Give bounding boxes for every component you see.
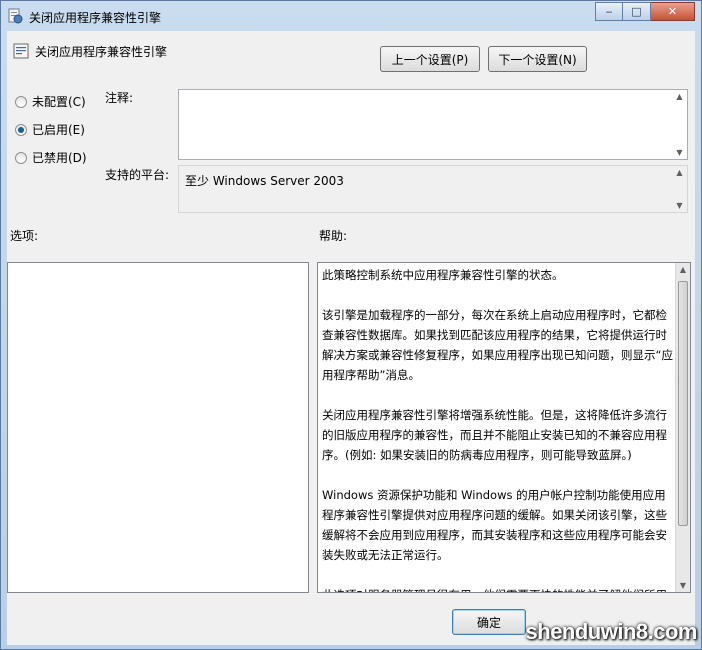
ok-button[interactable]: 确定 — [452, 609, 526, 635]
dialog-window: 关闭应用程序兼容性引擎 ‒ □ ✕ 关闭应用程序兼容性引擎 上一个设置(P) 下… — [0, 0, 702, 650]
comment-label: 注释: — [105, 91, 134, 105]
radio-label: 已禁用(D) — [32, 151, 87, 165]
maximize-button[interactable]: □ — [623, 2, 651, 21]
help-text: 此策略控制系统中应用程序兼容性引擎的状态。 该引擎是加载程序的一部分，每次在系统… — [322, 265, 674, 592]
setting-title: 关闭应用程序兼容性引擎 — [35, 45, 168, 59]
help-paragraph: 此选项对服务器管理员很有用，他们需要更快的性能并了解他们所用应用程序的兼容性。对… — [322, 585, 674, 592]
minimize-button[interactable]: ‒ — [595, 2, 623, 21]
options-label: 选项: — [10, 229, 39, 243]
radio-circle[interactable] — [15, 95, 27, 108]
close-button[interactable]: ✕ — [651, 2, 695, 21]
help-paragraph: 此策略控制系统中应用程序兼容性引擎的状态。 — [322, 268, 564, 282]
previous-setting-button[interactable]: 上一个设置(P) — [380, 46, 480, 72]
radio-label: 未配置(C) — [32, 95, 86, 109]
comment-textarea[interactable]: ▲ ▼ — [178, 89, 688, 160]
radio-circle[interactable] — [15, 151, 27, 164]
help-paragraph: Windows 资源保护功能和 Windows 的用户帐户控制功能使用应用程序兼… — [322, 488, 667, 562]
platform-label: 支持的平台: — [105, 168, 170, 182]
platform-scrollbar[interactable]: ▲ ▼ — [672, 166, 687, 212]
help-paragraph: 关闭应用程序兼容性引擎将增强系统性能。但是，这将降低许多流行的旧版应用程序的兼容… — [322, 408, 667, 462]
watermark: shenduwin8.com — [525, 619, 698, 644]
window-controls: ‒ □ ✕ — [595, 2, 695, 21]
options-pane — [7, 262, 309, 593]
window-title: 关闭应用程序兼容性引擎 — [29, 11, 162, 25]
dialog-client: 关闭应用程序兼容性引擎 上一个设置(P) 下一个设置(N) 未配置(C) 已启用… — [7, 31, 695, 645]
scroll-down-arrow-icon[interactable]: ▼ — [676, 201, 682, 210]
scroll-up-arrow-icon[interactable]: ▲ — [676, 168, 682, 177]
radio-not-configured[interactable]: 未配置(C) — [15, 93, 86, 110]
scroll-thumb[interactable] — [678, 281, 688, 526]
radio-circle[interactable] — [15, 123, 27, 136]
radio-disabled[interactable]: 已禁用(D) — [15, 149, 87, 166]
help-label: 帮助: — [319, 229, 348, 243]
scroll-up-arrow-icon[interactable]: ▲ — [676, 92, 682, 101]
scroll-down-arrow-icon[interactable]: ▼ — [680, 581, 686, 590]
platform-field: 至少 Windows Server 2003 ▲ ▼ — [178, 165, 688, 213]
title-bar[interactable]: 关闭应用程序兼容性引擎 ‒ □ ✕ — [1, 1, 701, 31]
help-paragraph: 该引擎是加载程序的一部分，每次在系统上启动应用程序时，它都检查兼容性数据库。如果… — [322, 308, 673, 382]
radio-label: 已启用(E) — [32, 123, 85, 137]
help-pane: 此策略控制系统中应用程序兼容性引擎的状态。 该引擎是加载程序的一部分，每次在系统… — [317, 262, 691, 593]
scroll-down-arrow-icon[interactable]: ▼ — [676, 148, 682, 157]
radio-enabled[interactable]: 已启用(E) — [15, 121, 85, 138]
help-scrollbar[interactable]: ▲ ▼ — [675, 263, 690, 592]
next-setting-button[interactable]: 下一个设置(N) — [488, 46, 587, 72]
scroll-up-arrow-icon[interactable]: ▲ — [680, 265, 686, 274]
comment-scrollbar[interactable]: ▲ ▼ — [672, 90, 687, 159]
platform-value: 至少 Windows Server 2003 — [185, 174, 344, 188]
policy-setting-icon — [13, 43, 29, 59]
policy-icon — [8, 8, 23, 24]
